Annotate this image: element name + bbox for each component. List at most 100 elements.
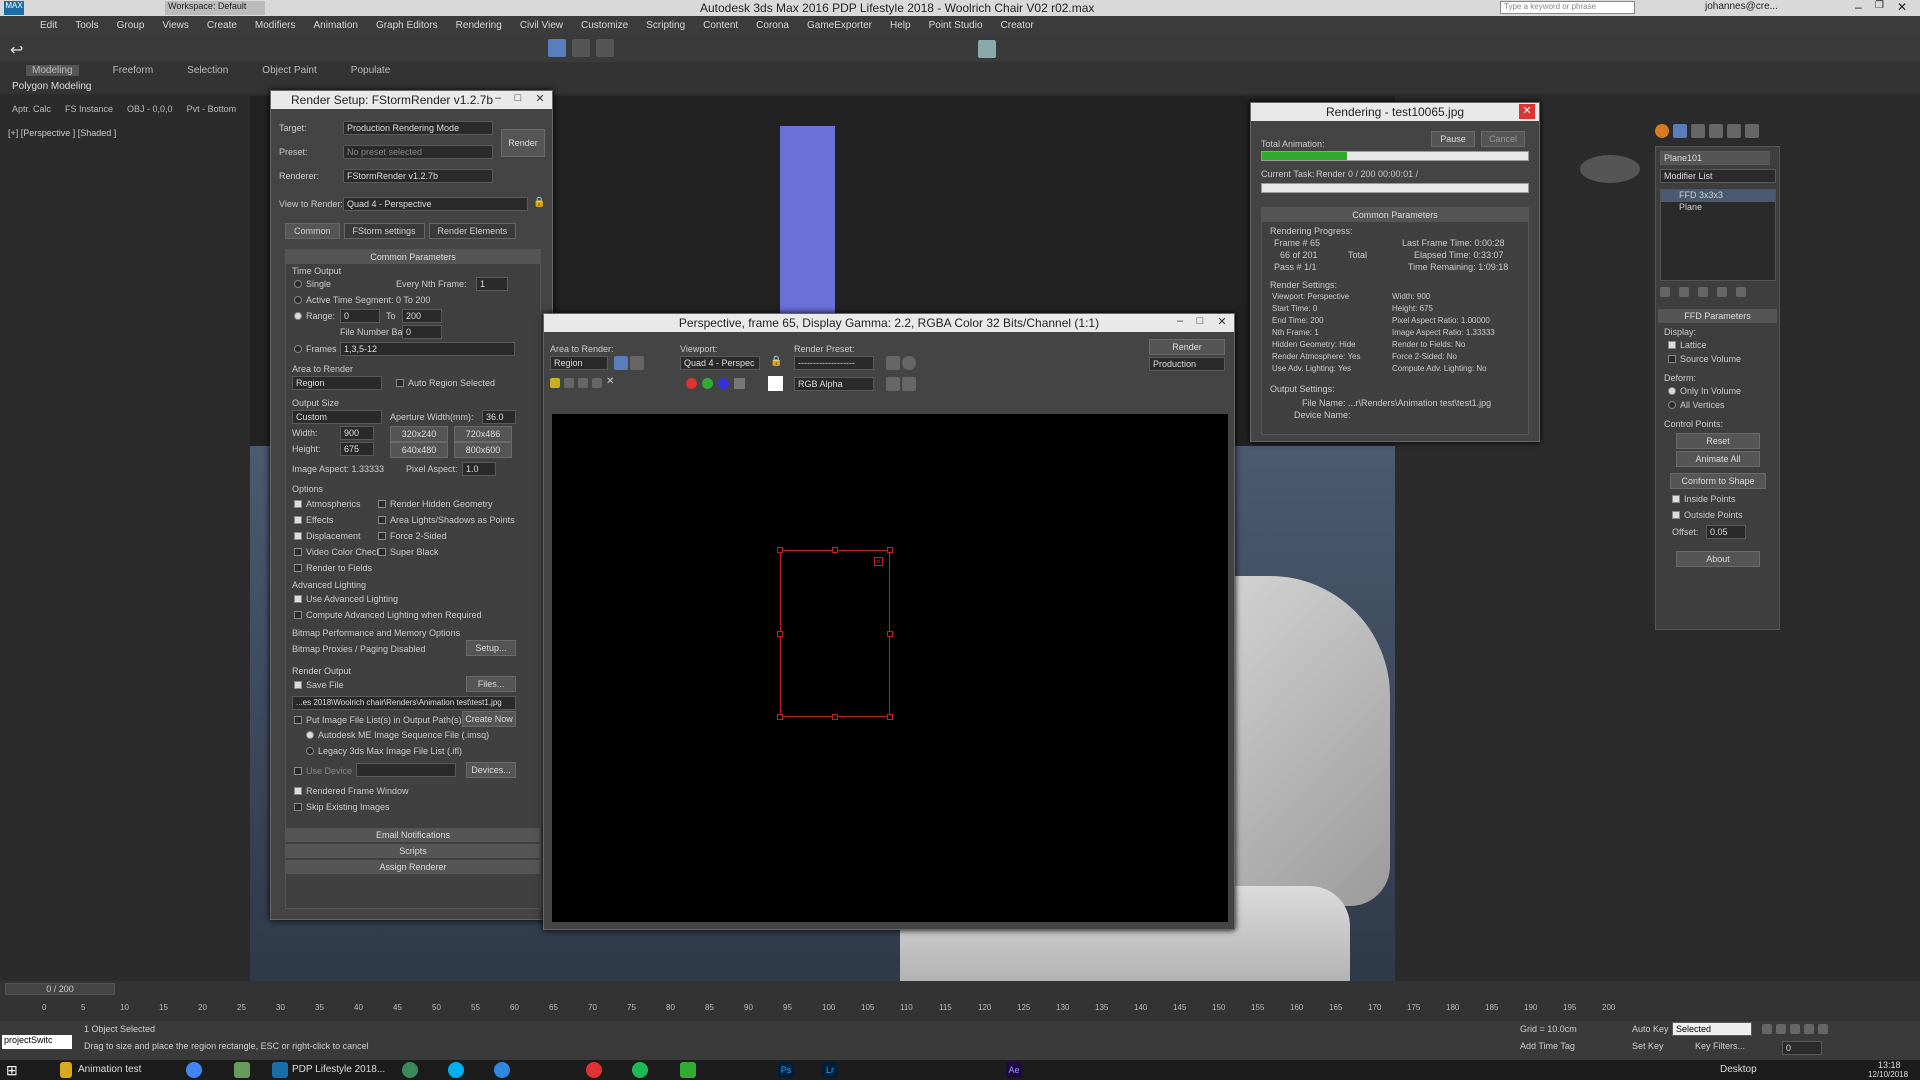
source-volume-checkbox[interactable] xyxy=(1668,355,1676,363)
after-effects-icon[interactable]: Ae xyxy=(1006,1062,1022,1078)
maximize-icon[interactable]: □ xyxy=(1190,315,1210,330)
viewcube-icon[interactable] xyxy=(1580,155,1640,183)
workspace-dropdown[interactable]: Workspace: Default xyxy=(165,1,265,15)
ribbon-info-item[interactable]: FS Instance xyxy=(65,104,113,114)
blue-channel-icon[interactable] xyxy=(718,378,729,389)
maximize-icon[interactable]: □ xyxy=(508,92,528,107)
menu-item-graph-editors[interactable]: Graph Editors xyxy=(376,20,438,31)
menu-item-modifiers[interactable]: Modifiers xyxy=(255,20,296,31)
menu-item-rendering[interactable]: Rendering xyxy=(456,20,502,31)
region-handle[interactable] xyxy=(777,547,783,553)
me-sequence-radio[interactable] xyxy=(306,731,314,739)
app-icon[interactable] xyxy=(234,1062,250,1078)
rendering-params-header[interactable]: Common Parameters xyxy=(1262,208,1528,222)
area-to-render-select[interactable]: Region xyxy=(550,356,608,370)
rollout-email-notifications[interactable]: Email Notifications xyxy=(286,828,540,842)
display-tab-icon[interactable] xyxy=(1727,124,1741,138)
ribbon-tab[interactable]: Populate xyxy=(351,65,390,76)
render-region-rectangle[interactable]: × xyxy=(777,547,893,720)
ribbon-tab[interactable]: Object Paint xyxy=(262,65,316,76)
auto-region-icon[interactable] xyxy=(630,356,644,370)
files-button[interactable]: Files... xyxy=(466,676,516,692)
3dsmax-icon[interactable] xyxy=(272,1062,288,1078)
search-input[interactable]: Type a keyword or phrase xyxy=(1500,1,1635,14)
ffd-params-header[interactable]: FFD Parameters xyxy=(1658,309,1777,323)
taskbar-item[interactable]: Animation test xyxy=(78,1064,141,1075)
environment-icon[interactable] xyxy=(902,356,916,370)
restore-icon[interactable]: ❐ xyxy=(1875,0,1884,11)
region-handle[interactable] xyxy=(777,631,783,637)
frame-window-titlebar[interactable]: Perspective, frame 65, Display Gamma: 2.… xyxy=(544,314,1234,332)
modifier-list-select[interactable]: Modifier List xyxy=(1660,169,1776,183)
save-image-icon[interactable] xyxy=(550,378,560,388)
menu-item-create[interactable]: Create xyxy=(207,20,237,31)
render-button[interactable]: Render xyxy=(501,129,545,157)
target-select[interactable]: Production Rendering Mode xyxy=(343,121,493,135)
view-to-render-select[interactable]: Quad 4 - Perspective xyxy=(343,197,528,211)
goto-start-icon[interactable] xyxy=(1762,1024,1772,1034)
render-setup-icon[interactable] xyxy=(886,356,900,370)
print-icon[interactable] xyxy=(592,378,602,388)
menu-item-group[interactable]: Group xyxy=(117,20,145,31)
file-number-base-field[interactable]: 0 xyxy=(402,325,442,339)
render-setup-titlebar[interactable]: Render Setup: FStormRender v1.2.7b – □ ✕ xyxy=(271,91,552,109)
use-device-checkbox[interactable] xyxy=(294,767,302,775)
output-size-select[interactable]: Custom xyxy=(292,410,382,424)
modify-tab-icon[interactable] xyxy=(1673,124,1687,138)
time-slider[interactable]: 0 / 200 xyxy=(5,983,115,995)
rollout-scripts[interactable]: Scripts xyxy=(286,844,540,858)
menu-item-content[interactable]: Content xyxy=(703,20,738,31)
pin-stack-icon[interactable] xyxy=(1660,287,1670,297)
frames-field[interactable]: 1,3,5-12 xyxy=(340,342,515,356)
remove-modifier-icon[interactable] xyxy=(1717,287,1727,297)
ribbon-sub[interactable]: Polygon Modeling xyxy=(12,81,92,92)
menu-item-gameexporter[interactable]: GameExporter xyxy=(807,20,872,31)
script-listener-field[interactable]: projectSwitc xyxy=(2,1035,72,1049)
single-radio[interactable] xyxy=(294,280,302,288)
conform-to-shape-button[interactable]: Conform to Shape xyxy=(1670,473,1766,489)
configure-sets-icon[interactable] xyxy=(1736,287,1746,297)
current-frame-field[interactable]: 0 xyxy=(1782,1041,1822,1055)
ribbon-tab[interactable]: Modeling xyxy=(26,65,79,76)
offset-field[interactable]: 0.05 xyxy=(1706,525,1746,539)
next-frame-icon[interactable] xyxy=(1804,1024,1814,1034)
region-handle[interactable] xyxy=(832,714,838,720)
rollout-assign-renderer[interactable]: Assign Renderer xyxy=(286,860,540,874)
reset-button[interactable]: Reset xyxy=(1676,433,1760,449)
lock-icon[interactable]: 🔒 xyxy=(770,356,782,367)
taskbar-item[interactable]: PDP Lifestyle 2018... xyxy=(292,1064,385,1075)
region-handle[interactable] xyxy=(777,714,783,720)
animate-all-button[interactable]: Animate All xyxy=(1676,451,1760,467)
render-preset-select[interactable]: ------------------- xyxy=(794,356,874,370)
option-checkbox[interactable] xyxy=(378,532,386,540)
preset-select[interactable]: No preset selected xyxy=(343,145,493,159)
region-handle[interactable] xyxy=(832,547,838,553)
region-close-icon[interactable]: × xyxy=(874,557,883,566)
lattice-checkbox[interactable] xyxy=(1668,341,1676,349)
key-mode-select[interactable]: Selected xyxy=(1672,1022,1752,1036)
clone-window-icon[interactable] xyxy=(578,378,588,388)
option-checkbox[interactable] xyxy=(294,548,302,556)
save-file-checkbox[interactable] xyxy=(294,681,302,689)
windows-start-icon[interactable]: ⊞ xyxy=(6,1062,18,1079)
minimize-icon[interactable]: – xyxy=(488,92,508,107)
close-icon[interactable]: ✕ xyxy=(1212,315,1232,330)
viewport-label[interactable]: [+] [Perspective ] [Shaded ] xyxy=(8,128,116,138)
option-checkbox[interactable] xyxy=(378,548,386,556)
app-icon[interactable] xyxy=(680,1062,696,1078)
menu-item-point-studio[interactable]: Point Studio xyxy=(929,20,983,31)
range-radio[interactable] xyxy=(294,312,302,320)
key-filters-button[interactable]: Key Filters... xyxy=(1695,1041,1745,1051)
size-preset-button[interactable]: 640x480 xyxy=(390,442,448,458)
size-preset-button[interactable]: 800x600 xyxy=(454,442,512,458)
red-channel-icon[interactable] xyxy=(686,378,697,389)
prev-frame-icon[interactable] xyxy=(1776,1024,1786,1034)
close-icon[interactable]: ✕ xyxy=(1897,0,1907,14)
menu-item-corona[interactable]: Corona xyxy=(756,20,789,31)
rendering-titlebar[interactable]: Rendering - test10065.jpg ✕ xyxy=(1251,103,1539,121)
ribbon-info-item[interactable]: Pvt - Bottom xyxy=(187,104,237,114)
all-vertices-radio[interactable] xyxy=(1668,401,1676,409)
devices-button[interactable]: Devices... xyxy=(466,762,516,778)
desktop-toolbar[interactable]: Desktop xyxy=(1720,1064,1757,1075)
app-logo[interactable]: MAX xyxy=(4,1,24,15)
